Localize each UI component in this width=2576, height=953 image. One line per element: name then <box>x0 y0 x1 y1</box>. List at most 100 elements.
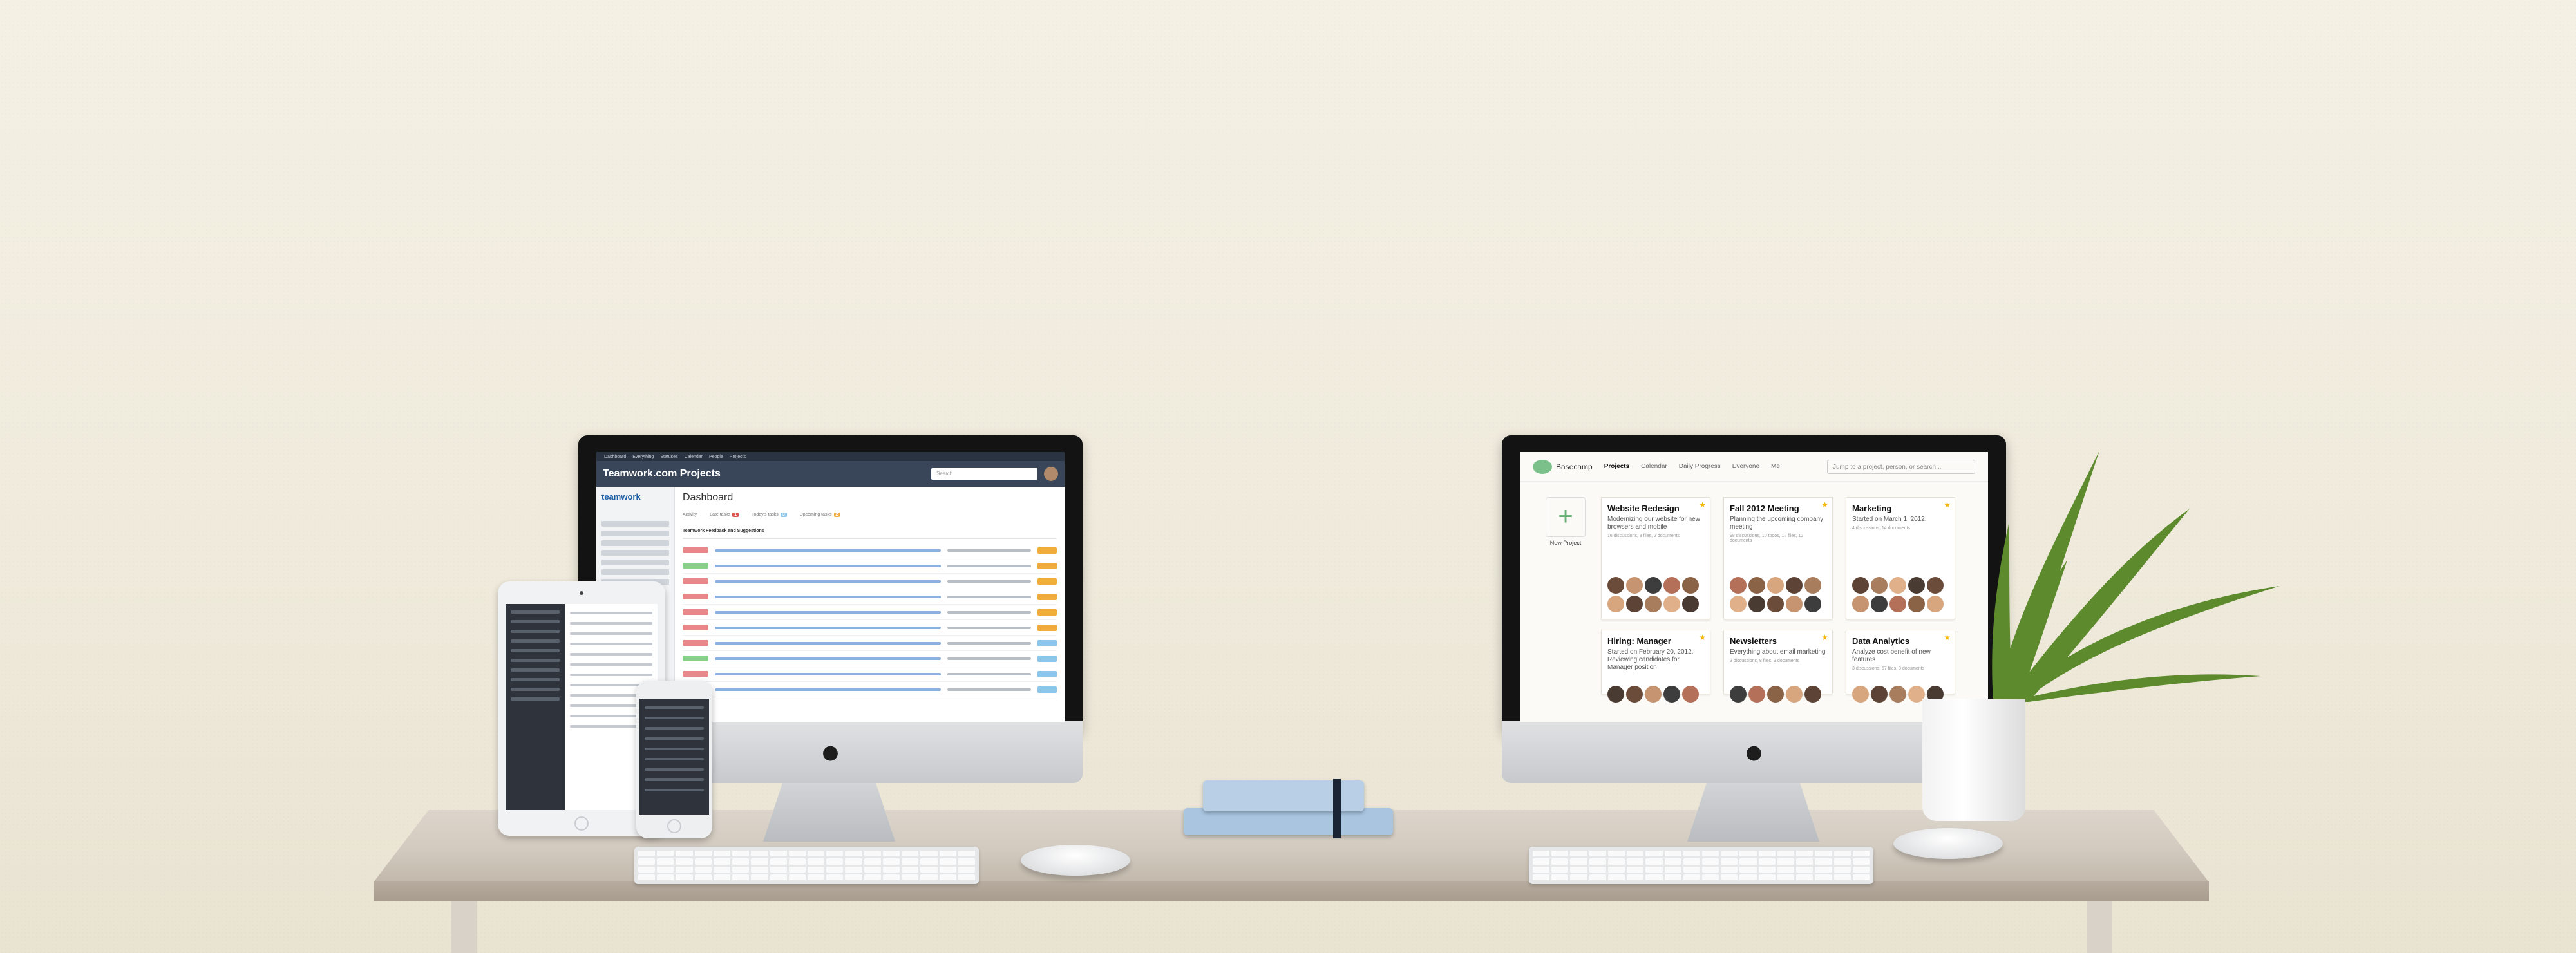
keyboard-key[interactable] <box>657 874 674 880</box>
keyboard-key[interactable] <box>1721 866 1738 873</box>
keyboard-key[interactable] <box>920 866 938 873</box>
avatar[interactable] <box>1645 686 1662 703</box>
keyboard-key[interactable] <box>657 851 674 857</box>
keyboard-key[interactable] <box>1570 866 1587 873</box>
keyboard-key[interactable] <box>1739 851 1757 857</box>
avatar[interactable] <box>1663 596 1680 612</box>
table-row[interactable] <box>683 543 1057 558</box>
keyboard-key[interactable] <box>1551 851 1569 857</box>
keyboard-key[interactable] <box>864 874 881 880</box>
keyboard-key[interactable] <box>1739 874 1757 880</box>
keyboard-key[interactable] <box>1852 851 1870 857</box>
avatar[interactable] <box>1607 686 1624 703</box>
keyboard-key[interactable] <box>1589 866 1606 873</box>
keyboard-key[interactable] <box>1645 858 1663 865</box>
keyboard-key[interactable] <box>826 851 844 857</box>
keyboard-key[interactable] <box>1607 851 1625 857</box>
keyboard-key[interactable] <box>1551 858 1569 865</box>
keyboard-key[interactable] <box>713 866 731 873</box>
keyboard-key[interactable] <box>864 866 881 873</box>
keyboard-key[interactable] <box>882 874 900 880</box>
keyboard-key[interactable] <box>657 866 674 873</box>
tab[interactable]: Today's tasks 3 <box>752 513 787 517</box>
keyboard-key[interactable] <box>694 866 712 873</box>
avatar[interactable] <box>1748 596 1765 612</box>
keyboard-key[interactable] <box>1758 851 1776 857</box>
nav-everyone[interactable]: Everyone <box>1732 463 1759 470</box>
keyboard-key[interactable] <box>638 866 656 873</box>
keyboard-key[interactable] <box>1796 874 1814 880</box>
keyboard-key[interactable] <box>1815 851 1832 857</box>
keyboard-key[interactable] <box>807 874 825 880</box>
keyboard-key[interactable] <box>958 858 975 865</box>
avatar[interactable] <box>1871 686 1888 703</box>
keyboard-key[interactable] <box>807 851 825 857</box>
keyboard-key[interactable] <box>1815 874 1832 880</box>
keyboard-key[interactable] <box>1721 851 1738 857</box>
avatar[interactable] <box>1852 596 1869 612</box>
keyboard-key[interactable] <box>845 858 862 865</box>
keyboard-key[interactable] <box>920 874 938 880</box>
keyboard-key[interactable] <box>1683 874 1700 880</box>
keyboard-key[interactable] <box>1815 858 1832 865</box>
keyboard-key[interactable] <box>788 866 806 873</box>
keyboard-key[interactable] <box>939 866 956 873</box>
avatar[interactable] <box>1626 686 1643 703</box>
keyboard-key[interactable] <box>788 851 806 857</box>
keyboard-key[interactable] <box>1701 851 1719 857</box>
avatar[interactable] <box>1786 686 1803 703</box>
topbar-link[interactable]: Statuses <box>660 455 677 459</box>
keyboard-key[interactable] <box>1607 866 1625 873</box>
avatar[interactable] <box>1607 577 1624 594</box>
avatar[interactable] <box>1682 596 1699 612</box>
keyboard-key[interactable] <box>1551 866 1569 873</box>
star-icon[interactable]: ★ <box>1944 500 1951 509</box>
keyboard-key[interactable] <box>770 858 787 865</box>
avatar[interactable] <box>1730 596 1747 612</box>
keyboard-key[interactable] <box>1739 866 1757 873</box>
keyboard-key[interactable] <box>1627 851 1644 857</box>
keyboard-key[interactable] <box>694 858 712 865</box>
keyboard-key[interactable] <box>770 866 787 873</box>
ipad-home-button[interactable] <box>574 816 589 831</box>
avatar[interactable] <box>1908 577 1925 594</box>
keyboard-key[interactable] <box>1533 858 1550 865</box>
left-mouse[interactable] <box>1021 845 1130 876</box>
avatar[interactable] <box>1786 596 1803 612</box>
topbar-link[interactable]: Calendar <box>685 455 703 459</box>
avatar[interactable] <box>1871 577 1888 594</box>
keyboard-key[interactable] <box>1758 874 1776 880</box>
keyboard-key[interactable] <box>958 866 975 873</box>
keyboard-key[interactable] <box>1533 874 1550 880</box>
keyboard-key[interactable] <box>920 851 938 857</box>
keyboard-key[interactable] <box>1758 858 1776 865</box>
keyboard-key[interactable] <box>694 851 712 857</box>
keyboard-key[interactable] <box>1777 851 1795 857</box>
keyboard-key[interactable] <box>1607 874 1625 880</box>
keyboard-key[interactable] <box>1852 866 1870 873</box>
avatar[interactable] <box>1748 577 1765 594</box>
keyboard-key[interactable] <box>732 858 750 865</box>
keyboard-key[interactable] <box>1533 851 1550 857</box>
keyboard-key[interactable] <box>939 874 956 880</box>
avatar[interactable] <box>1626 596 1643 612</box>
keyboard-key[interactable] <box>1777 874 1795 880</box>
sidebar-item[interactable] <box>601 550 669 556</box>
keyboard-key[interactable] <box>1796 866 1814 873</box>
keyboard-key[interactable] <box>902 874 919 880</box>
keyboard-key[interactable] <box>902 866 919 873</box>
avatar[interactable] <box>1767 596 1784 612</box>
keyboard-key[interactable] <box>1683 858 1700 865</box>
keyboard-key[interactable] <box>676 874 693 880</box>
avatar[interactable] <box>1927 577 1944 594</box>
topbar-link[interactable]: Dashboard <box>604 455 626 459</box>
project-card[interactable]: ★ Website Redesign Modernizing our website… <box>1601 497 1710 619</box>
avatar[interactable] <box>1804 596 1821 612</box>
sidebar-item[interactable] <box>601 569 669 575</box>
table-row[interactable] <box>683 605 1057 620</box>
avatar[interactable] <box>1889 686 1906 703</box>
table-row[interactable] <box>683 651 1057 666</box>
avatar[interactable] <box>1767 577 1784 594</box>
keyboard-key[interactable] <box>882 866 900 873</box>
keyboard-key[interactable] <box>732 874 750 880</box>
